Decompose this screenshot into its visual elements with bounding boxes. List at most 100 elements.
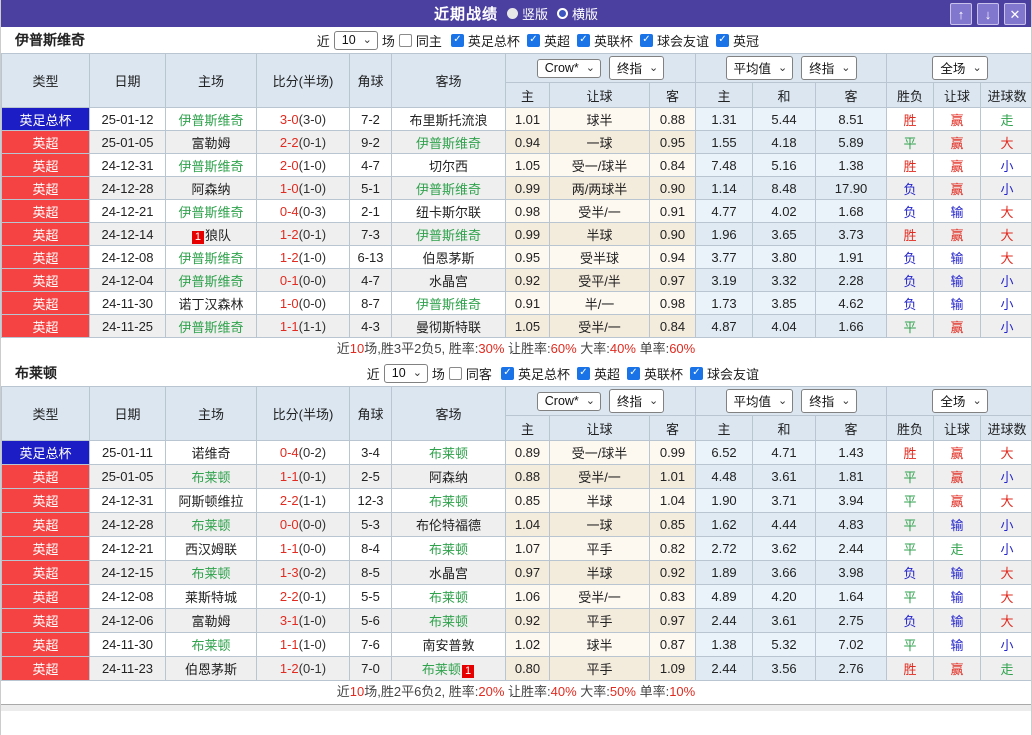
goals-result-cell: 大 xyxy=(980,584,1031,609)
league-type-badge: 英超 xyxy=(1,608,90,633)
match-score: 1-2(0-1) xyxy=(256,656,350,681)
matches-table: 类型 日期 主场 比分(半场) 角球 客场 Crow* ⌄ 终指 ⌄ 平均值 ⌄ 终指… xyxy=(1,386,1031,681)
avg-draw-odds: 3.62 xyxy=(752,536,817,561)
league-checkbox[interactable]: ✓ xyxy=(450,33,464,47)
handicap-line: 受半/一 xyxy=(549,584,650,609)
crow-away-odds: 0.90 xyxy=(648,176,697,200)
crow-away-odds: 0.99 xyxy=(648,440,697,465)
recent-count-select[interactable]: 10 ⌄ xyxy=(383,363,428,383)
match-score: 1-0(0-0) xyxy=(256,291,350,315)
move-up-button[interactable]: ↑ xyxy=(950,3,972,25)
same-venue-checkbox[interactable] xyxy=(448,366,462,380)
radio-selected-icon[interactable] xyxy=(506,8,518,19)
league-label: 英超 xyxy=(593,366,620,382)
corner-count: 2-1 xyxy=(349,199,392,223)
full-match-select[interactable]: 全场 ⌄ xyxy=(932,56,988,80)
league-filters: ✓ 英足总杯 ✓ 英超 ✓ 英联杯 ✓ 球会友谊 ✓ 英冠 xyxy=(446,31,759,50)
layout-radio-vertical[interactable]: 竖版 xyxy=(506,4,548,23)
corner-count: 4-3 xyxy=(349,314,392,338)
match-row: 英足总杯 25-01-11 诺维奇 0-4(0-2) 3-4 布莱顿 0.89 受一/球半 0.… xyxy=(1,440,1031,465)
games-label: 场 xyxy=(381,33,395,49)
corner-count: 7-3 xyxy=(349,222,392,246)
average-select[interactable]: 平均值 ⌄ xyxy=(725,56,794,80)
crow-home-odds: 0.99 xyxy=(505,176,550,200)
crow-away-odds: 0.84 xyxy=(648,314,697,338)
match-score: 1-1(0-0) xyxy=(256,536,350,561)
final-odds-select-2[interactable]: 终指 ⌄ xyxy=(801,389,857,413)
handicap-line: 一球 xyxy=(549,130,650,154)
match-row: 英超 24-11-23 伯恩茅斯 1-2(0-1) 7-0 布莱顿 1 0.80 平手 1.09 2… xyxy=(1,656,1031,681)
average-select[interactable]: 平均值 ⌄ xyxy=(725,389,794,413)
away-team: 水晶宫 xyxy=(391,560,506,585)
layout-radio-horizontal[interactable]: 横版 xyxy=(557,4,598,23)
bookmaker-select[interactable]: Crow* ⌄ xyxy=(536,58,602,78)
matches-table: 类型 日期 主场 比分(半场) 角球 客场 Crow* ⌄ 终指 ⌄ 平均值 ⌄ 终指… xyxy=(1,53,1031,338)
full-match-select[interactable]: 全场 ⌄ xyxy=(932,389,988,413)
radio-unselected-icon[interactable] xyxy=(557,8,568,19)
league-checkbox[interactable]: ✓ xyxy=(576,33,590,47)
home-team: 诺丁汉森林 xyxy=(165,291,257,315)
avg-away-odds: 7.02 xyxy=(815,632,888,657)
corner-count: 7-2 xyxy=(349,107,392,131)
match-date: 24-11-25 xyxy=(89,314,166,338)
match-row: 英足总杯 25-01-12 伊普斯维奇 3-0(3-0) 7-2 布里斯托流浪 1.01 球半… xyxy=(1,107,1031,131)
handicap-line: 受半/一 xyxy=(549,464,650,489)
match-row: 英超 24-12-31 阿斯顿维拉 2-2(1-1) 12-3 布莱顿 0.85 半球 1.04… xyxy=(1,488,1031,513)
match-date: 24-12-31 xyxy=(89,153,166,177)
final-odds-select[interactable]: 终指 ⌄ xyxy=(609,389,665,413)
league-checkbox[interactable]: ✓ xyxy=(626,366,640,380)
handicap-result-cell: 赢 xyxy=(933,314,982,338)
col-handicap: 让球 xyxy=(549,82,650,108)
goals-result-cell: 大 xyxy=(980,560,1031,585)
league-checkbox[interactable]: ✓ xyxy=(526,33,540,47)
chevron-down-icon: ⌄ xyxy=(841,394,851,407)
handicap-line: 受半/一 xyxy=(549,199,650,223)
avg-draw-odds: 3.71 xyxy=(752,488,817,513)
chevron-down-icon: ⌄ xyxy=(972,61,982,74)
league-type-badge: 英超 xyxy=(1,245,90,269)
handicap-result-cell: 赢 xyxy=(933,440,982,465)
handicap-line: 受半球 xyxy=(549,245,650,269)
avg-home-odds: 1.31 xyxy=(695,107,754,131)
avg-home-odds: 2.44 xyxy=(695,656,754,681)
avg-away-odds: 4.62 xyxy=(815,291,888,315)
handicap-line: 受平/半 xyxy=(549,268,650,292)
bookmaker-select[interactable]: Crow* ⌄ xyxy=(536,391,602,411)
goals-result-cell: 小 xyxy=(980,632,1031,657)
chevron-down-icon: ⌄ xyxy=(778,394,788,407)
handicap-line: 受半/一 xyxy=(549,314,650,338)
league-type-badge: 英超 xyxy=(1,560,90,585)
avg-home-odds: 4.48 xyxy=(695,464,754,489)
near-label: 近 xyxy=(316,33,330,49)
recent-count-select[interactable]: 10 ⌄ xyxy=(333,30,378,50)
handicap-line: 平手 xyxy=(549,536,650,561)
league-checkbox[interactable]: ✓ xyxy=(639,33,653,47)
goals-result-cell: 小 xyxy=(980,464,1031,489)
avg-draw-odds: 3.65 xyxy=(752,222,817,246)
move-down-button[interactable]: ↓ xyxy=(977,3,999,25)
league-type-badge: 英超 xyxy=(1,268,90,292)
league-checkbox[interactable]: ✓ xyxy=(500,366,514,380)
crow-away-odds: 0.98 xyxy=(648,291,697,315)
final-odds-select-2[interactable]: 终指 ⌄ xyxy=(801,56,857,80)
away-team: 切尔西 xyxy=(391,153,506,177)
league-label: 英足总杯 xyxy=(517,366,570,382)
handicap-result-cell: 输 xyxy=(933,245,982,269)
match-score: 1-0(1-0) xyxy=(256,176,350,200)
avg-away-odds: 8.51 xyxy=(815,107,888,131)
close-button[interactable]: ✕ xyxy=(1004,3,1026,25)
league-checkbox[interactable]: ✓ xyxy=(689,366,703,380)
avg-draw-odds: 8.48 xyxy=(752,176,817,200)
final-odds-select[interactable]: 终指 ⌄ xyxy=(609,56,665,80)
crow-away-odds: 0.84 xyxy=(648,153,697,177)
result-cell: 负 xyxy=(886,245,935,269)
crow-home-odds: 0.80 xyxy=(505,656,550,681)
league-checkbox[interactable]: ✓ xyxy=(715,33,729,47)
league-type-badge: 英超 xyxy=(1,314,90,338)
handicap-result-cell: 输 xyxy=(933,268,982,292)
league-checkbox[interactable]: ✓ xyxy=(576,366,590,380)
crow-home-odds: 0.97 xyxy=(505,560,550,585)
league-type-badge: 英超 xyxy=(1,536,90,561)
match-date: 24-12-04 xyxy=(89,268,166,292)
same-venue-checkbox[interactable] xyxy=(398,33,412,47)
